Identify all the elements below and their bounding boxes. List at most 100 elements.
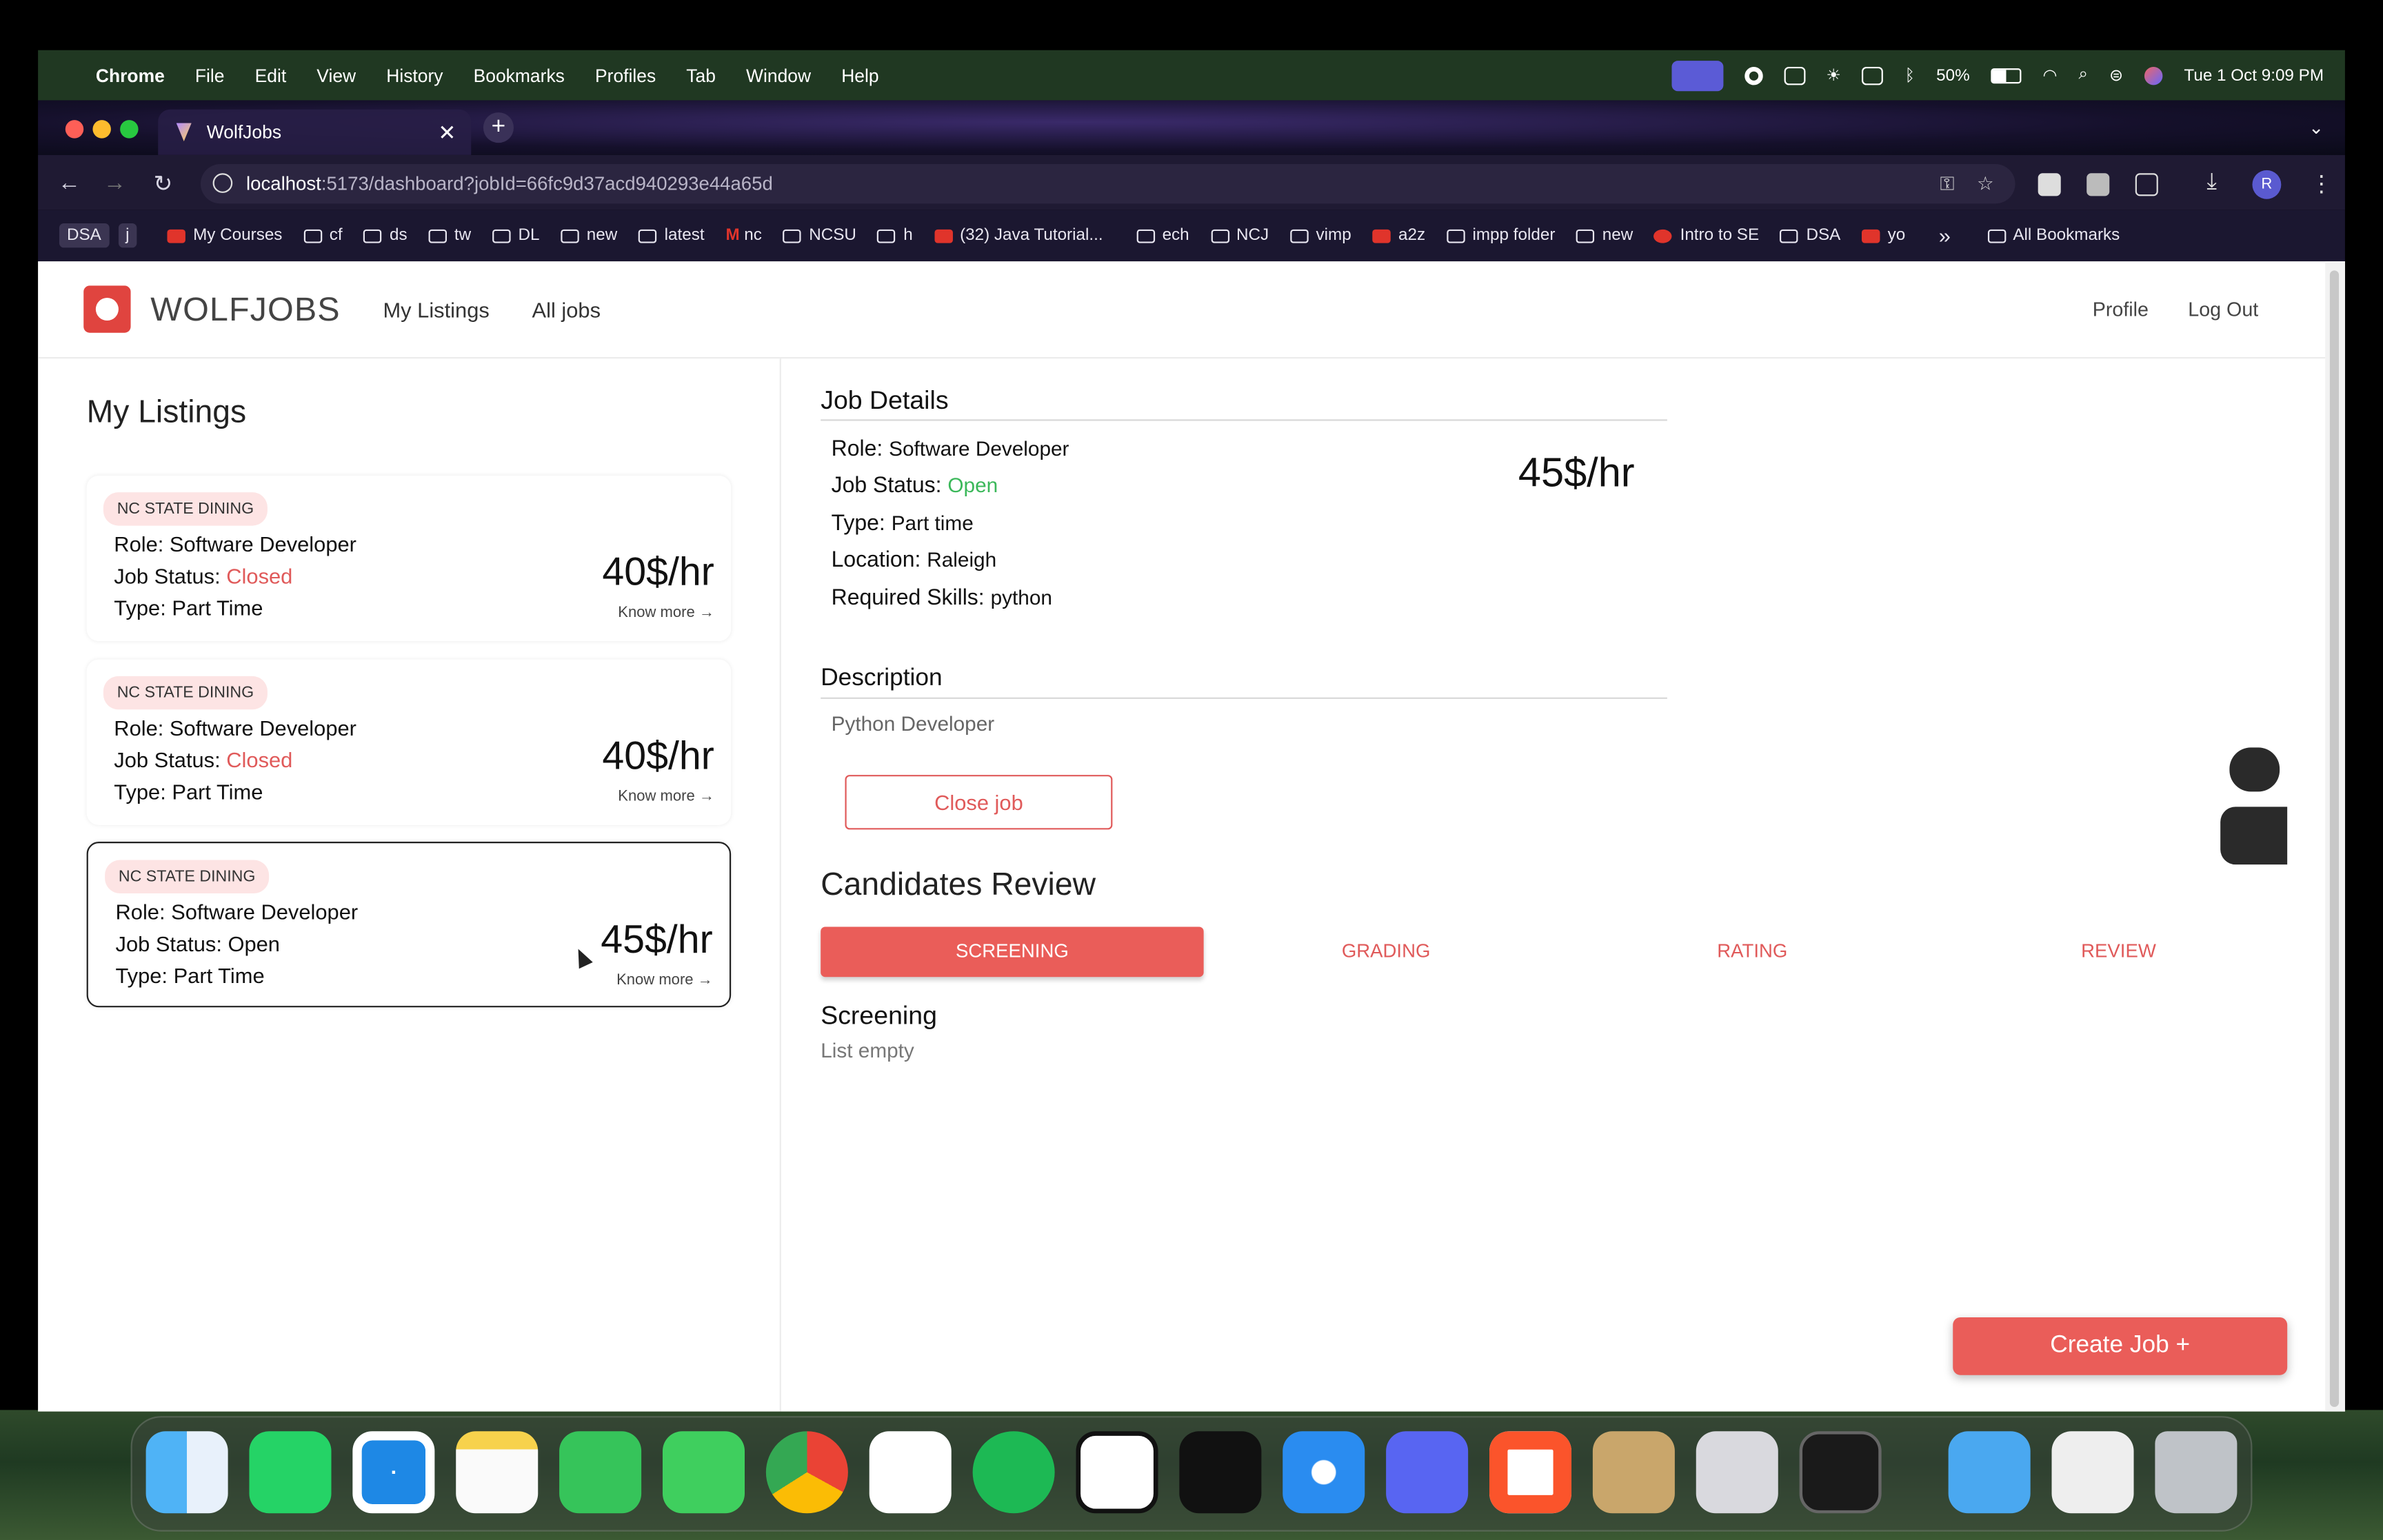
menu-window[interactable]: Window bbox=[746, 65, 811, 86]
menu-help[interactable]: Help bbox=[841, 65, 878, 86]
wifi-icon[interactable]: ◠ bbox=[2042, 65, 2057, 85]
notion-icon[interactable] bbox=[1076, 1431, 1158, 1514]
menu-tab[interactable]: Tab bbox=[686, 65, 716, 86]
facetime-icon[interactable] bbox=[559, 1431, 642, 1514]
extensions-puzzle-icon[interactable] bbox=[2135, 173, 2158, 196]
address-bar[interactable]: localhost:5173/dashboard?jobId=66fc9d37a… bbox=[200, 164, 2015, 204]
bookmark-latest[interactable]: latest bbox=[639, 226, 705, 245]
bookmark-dsa[interactable]: DSA bbox=[59, 223, 109, 248]
control-center-icon[interactable]: ⊜ bbox=[2109, 65, 2123, 85]
trash-icon[interactable] bbox=[2155, 1431, 2238, 1514]
iphone-mirroring-icon[interactable] bbox=[1696, 1431, 1778, 1514]
nav-my-listings[interactable]: My Listings bbox=[383, 297, 489, 321]
forward-icon[interactable]: → bbox=[103, 170, 126, 196]
messages-icon[interactable] bbox=[662, 1431, 745, 1514]
menu-bookmarks[interactable]: Bookmarks bbox=[474, 65, 565, 86]
tab-grading[interactable]: GRADING bbox=[1204, 926, 1569, 977]
notes-icon[interactable] bbox=[456, 1431, 539, 1514]
battery-percent[interactable]: 50% bbox=[1936, 66, 1970, 84]
bookmark-a2z[interactable]: a2z bbox=[1372, 226, 1425, 245]
downloads-folder-icon[interactable] bbox=[1948, 1431, 2031, 1514]
download-icon[interactable]: ⤓ bbox=[2206, 169, 2217, 194]
all-bookmarks[interactable]: All Bookmarks bbox=[1987, 226, 2120, 245]
page-scrollbar-thumb[interactable] bbox=[2329, 270, 2340, 1407]
clock[interactable]: Tue 1 Oct 9:09 PM bbox=[2184, 66, 2324, 84]
bookmark-vimp[interactable]: vimp bbox=[1290, 226, 1351, 245]
chrome-icon[interactable] bbox=[765, 1431, 848, 1514]
screen-share-icon[interactable] bbox=[1671, 60, 1723, 91]
brave-icon[interactable] bbox=[1489, 1431, 1572, 1514]
bookmarks-overflow-button[interactable]: » bbox=[1939, 223, 1951, 247]
wolfjobs-logo-icon[interactable] bbox=[83, 285, 131, 333]
browser-tab[interactable]: WolfJobs ✕ bbox=[158, 109, 472, 155]
nav-all-jobs[interactable]: All jobs bbox=[532, 297, 601, 321]
bookmark-star-icon[interactable]: ☆ bbox=[1977, 164, 1994, 203]
bookmark-nc[interactable]: Mnc bbox=[725, 226, 761, 244]
record-icon[interactable] bbox=[1744, 65, 1762, 85]
menu-profiles[interactable]: Profiles bbox=[595, 65, 656, 86]
bookmark-j[interactable]: j bbox=[118, 223, 137, 248]
bookmark-ncsu[interactable]: NCSU bbox=[783, 226, 856, 245]
bookmark-intro-to-se[interactable]: Intro to SE bbox=[1654, 226, 1759, 245]
bookmark-cf[interactable]: cf bbox=[303, 226, 343, 245]
job-card[interactable]: NC STATE DINING Role: Software Developer… bbox=[86, 475, 732, 642]
bookmark-h[interactable]: h bbox=[877, 226, 913, 245]
bookmark-my-courses[interactable]: My Courses bbox=[167, 226, 282, 245]
spotify-icon[interactable] bbox=[972, 1431, 1055, 1514]
know-more-link[interactable]: Know more → bbox=[618, 789, 714, 805]
menu-edit[interactable]: Edit bbox=[255, 65, 287, 86]
know-more-link[interactable]: Know more → bbox=[616, 973, 713, 989]
assistant-extension-icon[interactable] bbox=[2220, 807, 2288, 865]
bookmark-tw[interactable]: tw bbox=[428, 226, 471, 245]
job-card[interactable]: NC STATE DINING Role: Software Developer… bbox=[86, 659, 732, 825]
battery-icon[interactable] bbox=[1991, 68, 2022, 83]
archive-utility-icon[interactable] bbox=[1592, 1431, 1675, 1514]
brightness-icon[interactable]: ☀ bbox=[1826, 65, 1841, 85]
job-card-selected[interactable]: NC STATE DINING Role: Software Developer… bbox=[86, 842, 732, 1008]
reader-mode-icon[interactable] bbox=[2229, 747, 2280, 792]
bookmark-yo[interactable]: yo bbox=[1862, 226, 1905, 245]
bookmark-impp-folder[interactable]: impp folder bbox=[1447, 226, 1555, 245]
brand-name[interactable]: WOLFJOBS bbox=[150, 290, 341, 329]
browser-menu-icon[interactable]: ⋮ bbox=[2310, 170, 2333, 197]
new-tab-button[interactable]: + bbox=[483, 112, 514, 143]
profile-avatar[interactable]: R bbox=[2252, 170, 2282, 199]
close-tab-icon[interactable]: ✕ bbox=[438, 119, 456, 145]
back-icon[interactable]: ← bbox=[58, 170, 81, 196]
pdf-document-icon[interactable] bbox=[2051, 1431, 2134, 1514]
tab-screening[interactable]: SCREENING bbox=[821, 926, 1204, 977]
toggl-icon[interactable] bbox=[869, 1431, 952, 1514]
bookmark-new-2[interactable]: new bbox=[1576, 226, 1633, 245]
finder-icon[interactable] bbox=[145, 1431, 228, 1514]
menu-history[interactable]: History bbox=[386, 65, 443, 86]
vscode-icon[interactable] bbox=[352, 1431, 435, 1514]
bookmark-dsa-2[interactable]: DSA bbox=[1780, 226, 1840, 245]
extension-icon[interactable] bbox=[2038, 173, 2061, 196]
bluetooth-icon[interactable]: ᛒ bbox=[1905, 66, 1916, 84]
window-close-button[interactable] bbox=[65, 120, 84, 139]
tab-search-chevron-icon[interactable]: ⌄ bbox=[2309, 117, 2324, 139]
discord-icon[interactable] bbox=[1386, 1431, 1469, 1514]
menu-view[interactable]: View bbox=[316, 65, 356, 86]
window-zoom-button[interactable] bbox=[120, 120, 139, 139]
bookmark-new[interactable]: new bbox=[561, 226, 617, 245]
bookmark-ncj[interactable]: NCJ bbox=[1210, 226, 1269, 245]
bookmark-dl[interactable]: DL bbox=[492, 226, 539, 245]
safari-icon[interactable] bbox=[1283, 1431, 1365, 1514]
whatsapp-icon[interactable] bbox=[249, 1431, 332, 1514]
nav-profile[interactable]: Profile bbox=[2093, 298, 2149, 321]
extension-icon-2[interactable] bbox=[2087, 173, 2110, 196]
tab-review[interactable]: REVIEW bbox=[1936, 926, 2301, 977]
bookmark-ds[interactable]: ds bbox=[363, 226, 408, 245]
site-info-icon[interactable] bbox=[212, 173, 233, 193]
apple-tv-icon[interactable] bbox=[1179, 1431, 1262, 1514]
password-key-icon[interactable]: ⚿ bbox=[1940, 164, 1954, 203]
bookmark-java-tutorial[interactable]: (32) Java Tutorial... bbox=[934, 226, 1103, 245]
siri-icon[interactable] bbox=[2144, 65, 2163, 85]
create-job-button[interactable]: Create Job + bbox=[1953, 1317, 2288, 1375]
menu-app-name[interactable]: Chrome bbox=[96, 65, 165, 86]
tab-rating[interactable]: RATING bbox=[1569, 926, 1936, 977]
search-icon[interactable]: ⌕ bbox=[2078, 65, 2088, 85]
reload-icon[interactable]: ↻ bbox=[154, 170, 173, 197]
close-job-button[interactable]: Close job bbox=[845, 775, 1113, 830]
